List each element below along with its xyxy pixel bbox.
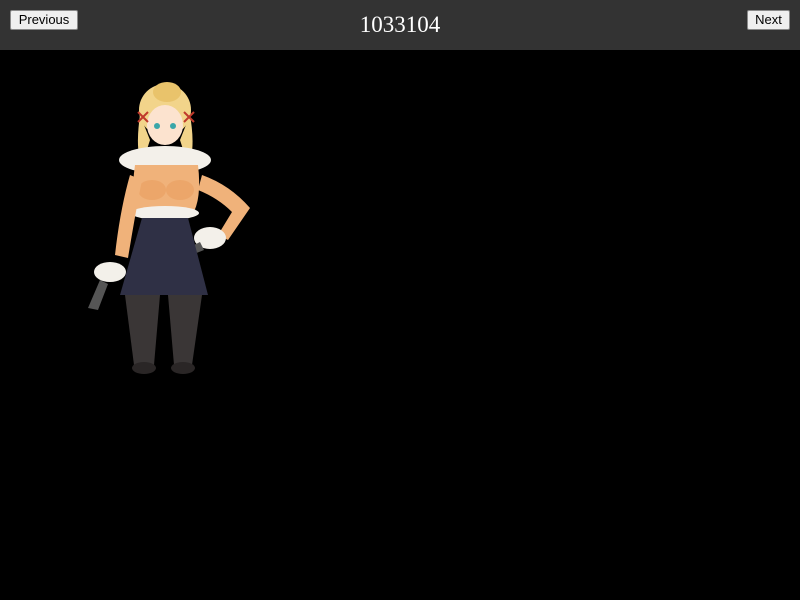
page-title: 1033104 xyxy=(359,12,441,37)
image-stage xyxy=(0,50,800,600)
next-button[interactable]: Next xyxy=(747,10,790,30)
top-bar: Previous 1033104 Next xyxy=(0,0,800,50)
character-sprite-image xyxy=(88,82,250,374)
